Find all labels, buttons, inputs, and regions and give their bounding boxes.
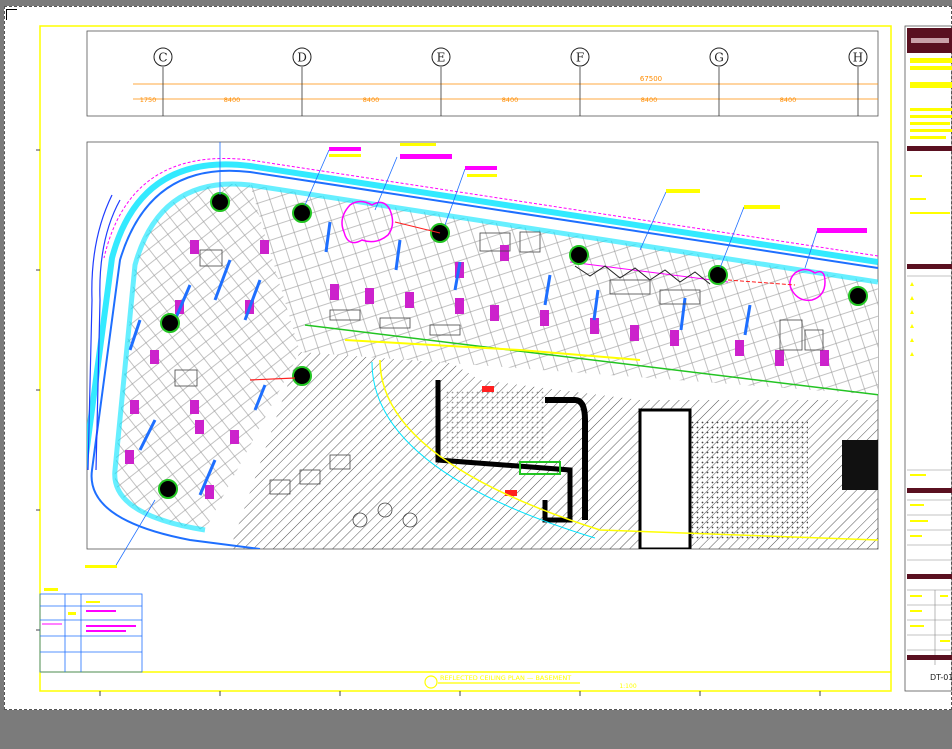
sheet-number: DT-01 <box>930 673 952 682</box>
drawing-title: REFLECTED CEILING PLAN — BASEMENT 1:100 <box>424 674 637 690</box>
gridline-label: C <box>158 51 167 65</box>
gridline-label: F <box>576 51 584 65</box>
dimension-segment: 8400 <box>502 96 519 104</box>
gridline-label: H <box>853 51 863 65</box>
dimension-segment: 8400 <box>641 96 658 104</box>
title-text: REFLECTED CEILING PLAN — BASEMENT <box>440 674 571 682</box>
gridline-label: D <box>297 51 307 65</box>
gridlines: C D E F G H <box>153 47 868 116</box>
dimension-segment: 8400 <box>224 96 241 104</box>
scale-text: 1:100 <box>619 683 636 690</box>
title-block: DT-01 <box>904 25 952 692</box>
dimension-segment: 8400 <box>363 96 380 104</box>
cad-drawing: C D E F G H 67500 1750 8400 8400 8400 8400 8400 <box>36 25 952 696</box>
dimension-segment: 1750 <box>140 96 157 104</box>
grid-dimension-box <box>86 30 879 117</box>
core-area <box>690 420 808 540</box>
legend-table <box>39 588 143 673</box>
dimension-segment: 8400 <box>780 96 797 104</box>
overall-dimension: 67500 <box>640 75 662 83</box>
gridline-label: G <box>714 51 724 65</box>
gridline-label: E <box>437 51 446 65</box>
black-wall <box>842 440 878 490</box>
dimension-segments: 1750 8400 8400 8400 8400 8400 <box>140 96 797 104</box>
